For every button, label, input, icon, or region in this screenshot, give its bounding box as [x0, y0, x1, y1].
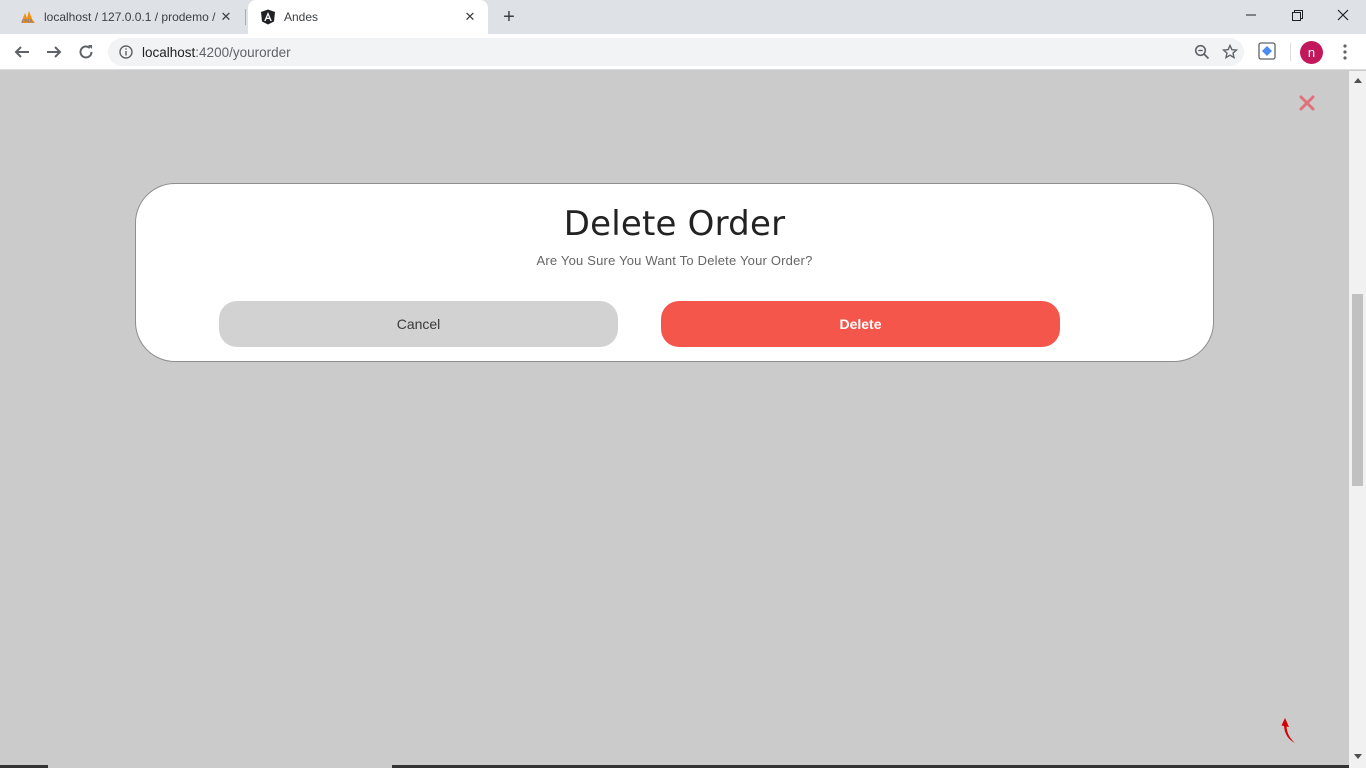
svg-text:PMA: PMA [22, 19, 33, 24]
url-path: :4200/yourorder [195, 44, 291, 60]
browser-toolbar: localhost:4200/yourorder [0, 34, 1366, 70]
browser-tab-strip: PMA localhost / 127.0.0.1 / prodemo / ✕ … [0, 0, 1366, 34]
url-host: localhost [142, 44, 196, 60]
browser-menu-icon[interactable] [1332, 38, 1358, 66]
cancel-button[interactable]: Cancel [219, 301, 618, 347]
browser-tab-phpmyadmin[interactable]: PMA localhost / 127.0.0.1 / prodemo / ✕ [8, 0, 244, 34]
window-minimize-icon[interactable] [1228, 0, 1274, 30]
dialog-message: Are You Sure You Want To Delete Your Ord… [536, 253, 813, 268]
site-info-icon[interactable] [118, 44, 134, 60]
window-close-icon[interactable] [1320, 0, 1366, 30]
scrollbar-thumb[interactable] [1352, 294, 1363, 486]
window-restore-icon[interactable] [1274, 0, 1320, 30]
delete-order-dialog: Delete Order Are You Sure You Want To De… [135, 183, 1214, 362]
scroll-down-arrow-icon[interactable] [1349, 751, 1366, 761]
phpmyadmin-icon: PMA [20, 9, 36, 25]
tab-close-icon[interactable]: ✕ [460, 7, 480, 27]
red-arrow-up-icon[interactable] [1278, 716, 1300, 746]
extension-icon[interactable] [1254, 38, 1280, 64]
delete-button[interactable]: Delete [661, 301, 1060, 347]
toolbar-separator [1290, 43, 1291, 61]
address-bar[interactable]: localhost:4200/yourorder [108, 38, 1244, 66]
angular-icon [260, 9, 276, 25]
forward-arrow-icon[interactable] [40, 38, 68, 66]
zoom-icon[interactable] [1188, 38, 1216, 66]
page-scrollbar[interactable] [1349, 71, 1366, 768]
browser-tab-andes[interactable]: Andes ✕ [248, 0, 488, 34]
tab-title: Andes [284, 10, 319, 24]
tab-title: localhost / 127.0.0.1 / prodemo / [44, 10, 216, 24]
close-x-icon[interactable] [1296, 92, 1318, 114]
new-tab-plus-icon[interactable]: + [498, 6, 520, 28]
profile-avatar[interactable]: n [1300, 41, 1323, 64]
scroll-up-arrow-icon[interactable] [1349, 75, 1366, 85]
dialog-title: Delete Order [563, 204, 786, 244]
back-arrow-icon[interactable] [8, 38, 36, 66]
page-overlay [0, 71, 1349, 768]
bookmark-star-icon[interactable] [1216, 38, 1244, 66]
tab-separator [245, 9, 246, 25]
url-text: localhost:4200/yourorder [142, 45, 1188, 60]
tab-close-icon[interactable]: ✕ [216, 7, 236, 27]
reload-icon[interactable] [72, 38, 100, 66]
